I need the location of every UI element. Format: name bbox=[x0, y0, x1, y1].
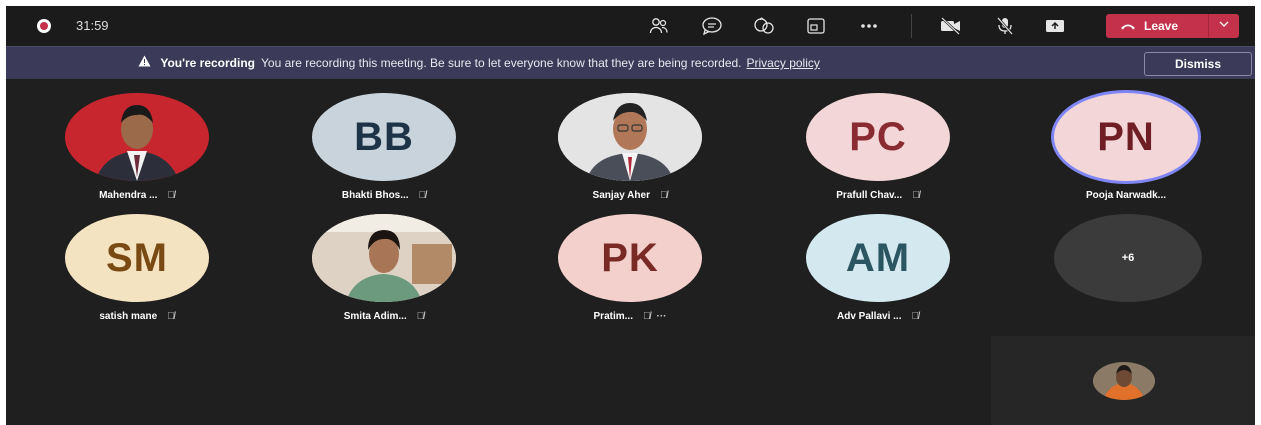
participant-name-row: Pratim... 🎙̸ ··· bbox=[555, 311, 705, 322]
participant-name: Adv Pallavi ... bbox=[837, 311, 902, 322]
participant-name-row: Mahendra ... 🎙̸ bbox=[62, 190, 212, 201]
mic-off-icon: 🎙̸ bbox=[167, 311, 175, 322]
chat-icon[interactable] bbox=[699, 14, 725, 38]
participant-initials-avatar: AM bbox=[806, 214, 950, 302]
participant-name-row: Pooja Narwadk... bbox=[1051, 190, 1201, 201]
participant-name-row: satish mane 🎙̸ bbox=[62, 311, 212, 322]
toolbar-divider bbox=[911, 14, 912, 38]
participant-name-row: Sanjay Aher 🎙̸ bbox=[555, 190, 705, 201]
participant-tile[interactable]: PK Pratim... 🎙̸ ··· bbox=[555, 214, 705, 324]
banner-message: You are recording this meeting. Be sure … bbox=[261, 56, 742, 70]
leave-divider bbox=[1208, 14, 1209, 38]
participant-tile[interactable]: Smita Adim... 🎙̸ bbox=[309, 214, 459, 324]
mic-off-icon: 🎙̸ bbox=[418, 190, 427, 201]
participant-initials-avatar: BB bbox=[312, 93, 456, 181]
more-participants-button[interactable]: +6 bbox=[1054, 214, 1202, 302]
participant-name: Pooja Narwadk... bbox=[1085, 190, 1167, 201]
meeting-window: 31:59 Leave You're recording You are rec… bbox=[6, 6, 1255, 425]
camera-off-icon[interactable] bbox=[938, 14, 964, 38]
mic-off-icon: 🎙̸ bbox=[642, 311, 651, 322]
participant-photo-avatar bbox=[558, 93, 702, 181]
participant-tile[interactable]: PC Prafull Chav... 🎙̸ bbox=[803, 93, 953, 203]
rooms-icon[interactable] bbox=[803, 14, 829, 38]
self-view-tile[interactable] bbox=[991, 336, 1255, 425]
chevron-down-icon[interactable] bbox=[1212, 18, 1236, 30]
participant-name-row: Adv Pallavi ... 🎙̸ bbox=[803, 311, 953, 322]
participant-name: Mahendra ... bbox=[99, 190, 158, 201]
reactions-icon[interactable] bbox=[751, 14, 777, 38]
call-timer: 31:59 bbox=[76, 18, 109, 33]
leave-button[interactable]: Leave bbox=[1106, 14, 1239, 38]
hang-up-icon bbox=[1120, 19, 1136, 33]
participant-name: Pratim... bbox=[593, 311, 633, 322]
participant-initials-avatar: SM bbox=[65, 214, 209, 302]
participant-name-row: Prafull Chav... 🎙̸ bbox=[803, 190, 953, 201]
participant-initials-avatar: PC bbox=[806, 93, 950, 181]
participant-name: Prafull Chav... bbox=[836, 190, 903, 201]
participant-tile[interactable]: Mahendra ... 🎙̸ bbox=[62, 93, 212, 203]
mic-off-icon: 🎙̸ bbox=[416, 311, 425, 322]
participant-name: Bhakti Bhos... bbox=[341, 190, 409, 201]
mic-off-icon: 🎙̸ bbox=[167, 190, 175, 201]
participant-tile[interactable]: SM satish mane 🎙̸ bbox=[62, 214, 212, 324]
participant-tile[interactable]: AM Adv Pallavi ... 🎙̸ bbox=[803, 214, 953, 324]
participant-name: Sanjay Aher bbox=[592, 190, 650, 201]
participant-tile[interactable]: Sanjay Aher 🎙̸ bbox=[555, 93, 705, 203]
participant-initials-avatar: PK bbox=[558, 214, 702, 302]
participant-tile[interactable]: BB Bhakti Bhos... 🎙̸ bbox=[309, 93, 459, 203]
call-toolbar: 31:59 Leave bbox=[6, 6, 1255, 46]
mic-off-icon: 🎙̸ bbox=[912, 190, 920, 201]
share-icon[interactable] bbox=[1042, 14, 1068, 38]
recording-banner: You're recording You are recording this m… bbox=[6, 46, 1255, 79]
warning-icon bbox=[138, 55, 154, 70]
privacy-policy-link[interactable]: Privacy policy bbox=[747, 56, 820, 70]
recording-indicator-icon bbox=[37, 19, 51, 33]
dismiss-button[interactable]: Dismiss bbox=[1144, 52, 1252, 76]
participant-photo-avatar bbox=[65, 93, 209, 181]
mic-off-icon: 🎙̸ bbox=[659, 190, 668, 201]
mic-off-icon: 🎙̸ bbox=[911, 311, 919, 322]
more-options-icon[interactable]: ··· bbox=[656, 311, 666, 322]
participant-name: Smita Adim... bbox=[343, 311, 407, 322]
banner-title: You're recording bbox=[160, 56, 255, 70]
leave-label: Leave bbox=[1144, 19, 1179, 33]
mic-off-icon[interactable] bbox=[992, 14, 1018, 38]
banner-text: You're recording You are recording this m… bbox=[138, 55, 820, 70]
participant-tile-active-speaker[interactable]: PN Pooja Narwadk... bbox=[1051, 93, 1201, 203]
participant-initials-avatar: PN bbox=[1054, 93, 1198, 181]
participant-photo-avatar bbox=[312, 214, 456, 302]
participant-name-row: Bhakti Bhos... 🎙̸ bbox=[309, 190, 459, 201]
participant-name-row: Smita Adim... 🎙̸ bbox=[309, 311, 459, 322]
self-avatar bbox=[1093, 362, 1155, 400]
more-icon[interactable] bbox=[856, 14, 882, 38]
participant-name: satish mane bbox=[99, 311, 158, 322]
people-icon[interactable] bbox=[646, 14, 672, 38]
